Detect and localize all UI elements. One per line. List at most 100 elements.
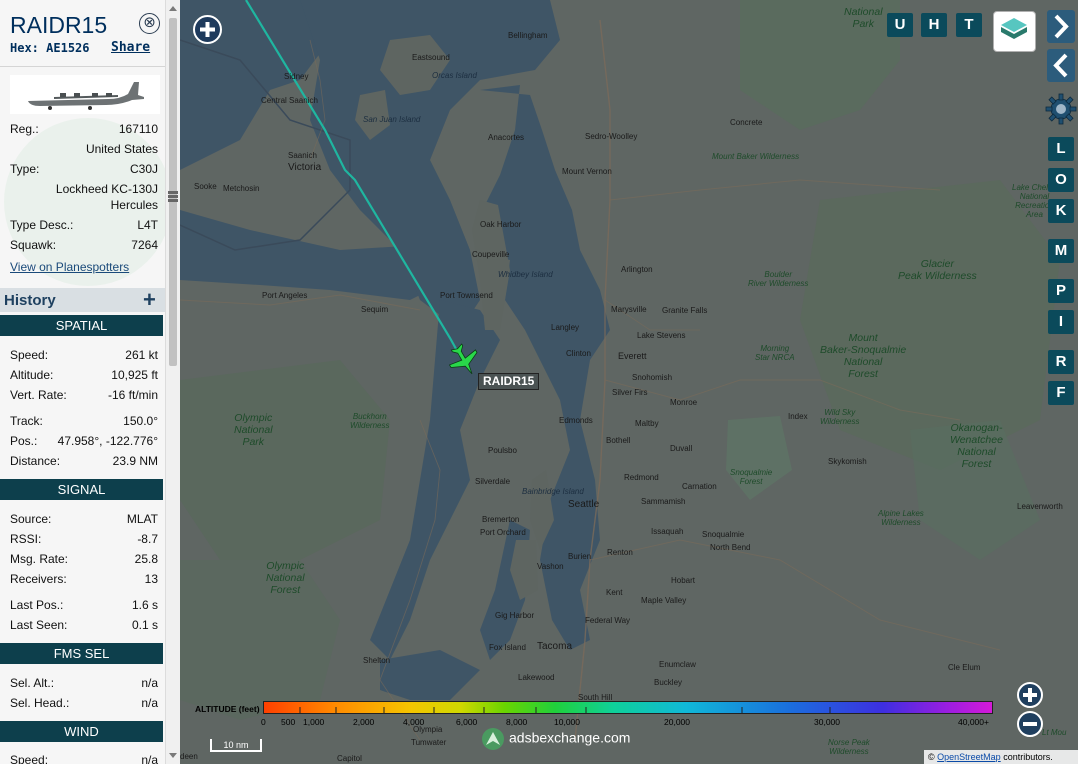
toolbar-button-f[interactable]: F <box>1048 381 1074 405</box>
chevron-right-icon <box>1054 14 1069 39</box>
openstreetmap-link[interactable]: OpenStreetMap <box>937 752 1001 762</box>
place-label: Bellingham <box>508 31 548 40</box>
scroll-up-icon[interactable] <box>169 6 177 11</box>
rssi-label: RSSI: <box>10 532 42 546</box>
place-label: Gig Harbor <box>495 611 535 620</box>
place-label: Metchosin <box>223 184 260 193</box>
altitude-legend: ALTITUDE (feet) 0 500 1,000 2,000 4,000 … <box>193 699 1003 729</box>
fms-header: FMS SEL <box>0 643 163 664</box>
adsbexchange-logo-icon <box>482 728 504 750</box>
reg-label: Reg.: <box>10 122 39 136</box>
wind-speed-value: n/a <box>141 753 158 764</box>
altitude-value: 10,925 ft <box>111 368 158 382</box>
toolbar-button-i[interactable]: I <box>1048 310 1074 334</box>
place-label: Tacoma <box>537 641 573 652</box>
place-label: Carnation <box>682 482 717 491</box>
brand-text: adsbexchange.com <box>509 729 631 746</box>
toolbar-button-p[interactable]: P <box>1048 279 1074 303</box>
toolbar-button-h[interactable]: H <box>921 13 947 37</box>
place-label: Silver Firs <box>612 388 648 397</box>
place-label: Capitol <box>337 754 362 763</box>
aircraft-photo[interactable] <box>10 75 160 114</box>
legend-ticks <box>299 707 831 713</box>
place-label: Oak Harbor <box>480 220 522 229</box>
place-label: Eastsound <box>412 53 450 62</box>
park-label: National Park <box>844 6 883 30</box>
close-icon: ⊗ <box>143 14 156 31</box>
toolbar-button-m[interactable]: M <box>1048 239 1074 263</box>
typedesc-label: Type Desc.: <box>10 218 74 232</box>
place-label: Snohomish <box>632 373 673 382</box>
share-link[interactable]: Share <box>111 40 150 55</box>
aircraft-callsign: RAIDR15 <box>10 12 108 38</box>
selalt-value: n/a <box>141 676 158 690</box>
minus-icon <box>1023 722 1037 726</box>
place-label: Everett <box>618 351 647 361</box>
park-label: Lt Mou <box>1042 728 1067 737</box>
place-label: Bremerton <box>482 515 520 524</box>
selhead-value: n/a <box>141 696 158 710</box>
place-label: Snoqualmie <box>702 530 745 539</box>
aircraft-photo-icon <box>10 75 160 114</box>
altitude-color-bar <box>263 701 993 714</box>
hex-line: Hex: AE1526 <box>10 41 90 55</box>
lastpos-label: Last Pos.: <box>10 598 64 612</box>
toolbar-button-k[interactable]: K <box>1048 199 1074 223</box>
scroll-down-icon[interactable] <box>169 753 177 758</box>
squawk-value: 7264 <box>131 238 158 252</box>
legend-tick: 40,000+ <box>958 717 989 727</box>
place-label: North Bend <box>710 543 751 552</box>
toolbar-button-l[interactable]: L <box>1048 137 1074 161</box>
place-label: Sidney <box>284 72 309 81</box>
legend-tick: 20,000 <box>664 717 690 727</box>
country-value: United States <box>85 142 158 156</box>
expand-panel-button[interactable] <box>1047 10 1075 43</box>
history-expand-icon[interactable]: + <box>143 288 156 312</box>
close-panel-button[interactable]: ⊗ <box>139 13 160 34</box>
planespotters-link[interactable]: View on Planespotters <box>10 260 129 274</box>
settings-button[interactable] <box>1044 92 1078 126</box>
place-label: Saanich <box>288 151 317 160</box>
place-label: Concrete <box>730 118 763 127</box>
toolbar-button-r[interactable]: R <box>1048 350 1074 374</box>
zoom-in-button[interactable] <box>193 15 222 44</box>
park-label: Olympic National Park <box>234 412 273 448</box>
layers-button[interactable] <box>993 11 1036 52</box>
place-label: Poulsbo <box>488 446 517 455</box>
legend-tick: 4,000 <box>403 717 425 727</box>
map-zoom-in-button[interactable] <box>1017 682 1043 708</box>
place-label: Silverdale <box>475 477 511 486</box>
place-label: Granite Falls <box>662 306 708 315</box>
collapse-panel-button[interactable] <box>1047 49 1075 82</box>
park-label: Norse Peak Wilderness <box>828 738 870 756</box>
place-label: San Juan Island <box>363 115 421 124</box>
legend-title: ALTITUDE (feet) <box>195 704 260 714</box>
place-label: Enumclaw <box>659 660 696 669</box>
legend-tick: 30,000 <box>814 717 840 727</box>
source-value: MLAT <box>126 512 158 526</box>
lastpos-value: 1.6 s <box>131 598 158 612</box>
aircraft-info-panel: RAIDR15 ⊗ Hex: AE1526 Share Reg.: 167110… <box>0 0 165 764</box>
place-label: Lake Stevens <box>637 331 686 340</box>
resize-grip-icon[interactable]: ▬ ▬ ▬ <box>168 187 178 205</box>
place-label: Fox Island <box>489 643 526 652</box>
aircraft-map-label[interactable]: RAIDR15 <box>478 373 540 390</box>
map-view[interactable]: Bellingham Eastsound Orcas Island Sidney… <box>180 0 1078 764</box>
place-label: Sooke <box>194 182 217 191</box>
toolbar-button-u[interactable]: U <box>887 13 913 37</box>
toolbar-button-t[interactable]: T <box>956 13 982 37</box>
pos-label: Pos.: <box>10 434 38 448</box>
place-label: Port Angeles <box>262 291 308 300</box>
place-label: Tumwater <box>411 738 447 747</box>
lastseen-label: Last Seen: <box>10 618 68 632</box>
history-bar[interactable]: History + <box>0 288 165 312</box>
legend-tick: 0 <box>261 717 266 727</box>
vrate-value: -16 ft/min <box>107 388 158 402</box>
toolbar-button-o[interactable]: O <box>1048 168 1074 192</box>
distance-value: 23.9 NM <box>112 454 158 468</box>
map-zoom-out-button[interactable] <box>1017 711 1043 737</box>
spatial-header: SPATIAL <box>0 315 163 336</box>
sidebar-scrollbar[interactable]: ▬ ▬ ▬ <box>165 0 180 764</box>
park-label: Mount Baker-Snoqualmie National Forest <box>820 332 907 380</box>
place-label: Arlington <box>621 265 653 274</box>
